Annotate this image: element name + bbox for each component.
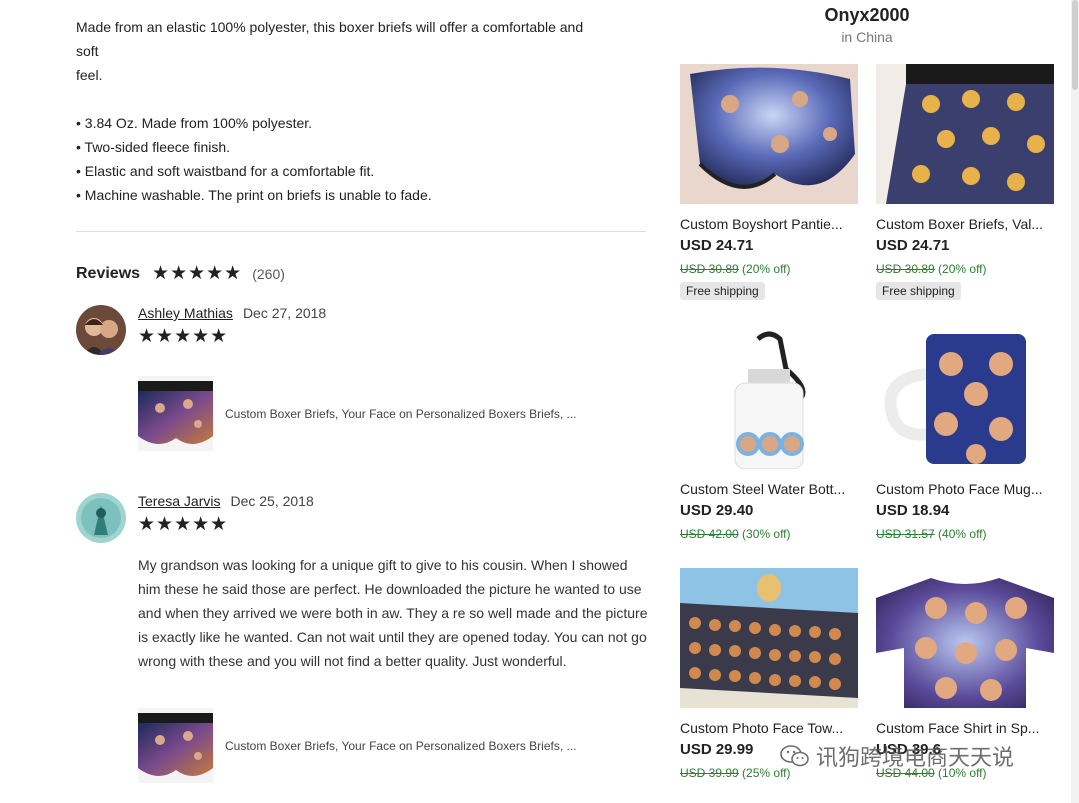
description-line: feel. (76, 67, 103, 83)
product-thumbnail[interactable] (138, 708, 213, 783)
description-line: • Machine washable. The print on briefs … (76, 187, 432, 203)
review-date: Dec 25, 2018 (230, 493, 314, 509)
review-item: Ashley Mathias Dec 27, 2018 ★★★★★ Custom… (76, 305, 646, 455)
description-line: • Two-sided fleece finish. (76, 139, 231, 155)
product-image[interactable] (876, 568, 1054, 708)
product-image[interactable] (680, 568, 858, 708)
reviewer-name-link[interactable]: Teresa Jarvis (138, 493, 220, 509)
reviews-title: Reviews (76, 264, 141, 282)
product-title[interactable]: Custom Steel Water Bott... (680, 481, 858, 497)
watermark: 讯狗跨境电商天天说 (780, 740, 1014, 772)
review-meta: Teresa Jarvis Dec 25, 2018 (138, 493, 314, 509)
discount-label: (20% off) (938, 262, 987, 276)
product-price: USD 18.94 (876, 502, 950, 519)
reviews-header: Reviews ★★★★★ (260) (76, 262, 285, 285)
description-line (76, 87, 636, 111)
description-line: • 3.84 Oz. Made from 100% polyester. (76, 115, 313, 131)
product-title[interactable]: Custom Photo Face Mug... (876, 481, 1054, 497)
product-card[interactable]: Custom Photo Face Mug... USD 18.94 USD 3… (876, 329, 1054, 541)
product-original-price: USD 42.00 (30% off) (680, 527, 858, 541)
shop-name-link[interactable]: Onyx2000 (680, 5, 1054, 26)
discount-label: (30% off) (742, 527, 791, 541)
reviewer-name-link[interactable]: Ashley Mathias (138, 305, 233, 321)
product-image[interactable] (680, 329, 858, 469)
original-price: USD 42.00 (680, 527, 739, 541)
section-divider (76, 231, 646, 232)
product-card[interactable]: Custom Boyshort Pantie... USD 24.71 USD … (680, 64, 858, 300)
product-description: Made from an elastic 100% polyester, thi… (76, 15, 636, 207)
watermark-text: 讯狗跨境电商天天说 (816, 746, 1015, 771)
review-stars: ★★★★★ (138, 326, 229, 347)
product-image[interactable] (876, 329, 1054, 469)
description-line: soft (76, 43, 99, 59)
wechat-icon (780, 745, 809, 767)
reviews-count: (260) (252, 265, 285, 282)
original-price: USD 39.99 (680, 766, 739, 780)
description-line: • Elastic and soft waistband for a comfo… (76, 163, 375, 179)
avatar[interactable] (76, 305, 126, 355)
original-price: USD 31.57 (876, 527, 935, 541)
product-price: USD 24.71 (680, 237, 754, 254)
discount-label: (20% off) (742, 262, 791, 276)
product-original-price: USD 30.89 (20% off) (876, 262, 1054, 276)
product-card[interactable]: Custom Boxer Briefs, Val... USD 24.71 US… (876, 64, 1054, 300)
product-title[interactable]: Custom Photo Face Tow... (680, 720, 858, 736)
review-stars: ★★★★★ (138, 514, 229, 535)
discount-label: (40% off) (938, 527, 987, 541)
scrollbar-thumb[interactable] (1072, 0, 1078, 90)
product-price: USD 24.71 (876, 237, 950, 254)
product-image[interactable] (680, 64, 858, 204)
review-product-title[interactable]: Custom Boxer Briefs, Your Face on Person… (225, 407, 577, 421)
review-product-link[interactable]: Custom Boxer Briefs, Your Face on Person… (138, 708, 577, 783)
product-title[interactable]: Custom Boxer Briefs, Val... (876, 216, 1054, 232)
review-item: Teresa Jarvis Dec 25, 2018 ★★★★★ My gran… (76, 493, 648, 793)
product-price: USD 29.40 (680, 502, 754, 519)
rating-stars: ★★★★★ (152, 263, 243, 284)
product-original-price: USD 30.89 (20% off) (680, 262, 858, 276)
product-thumbnail[interactable] (138, 376, 213, 451)
review-product-link[interactable]: Custom Boxer Briefs, Your Face on Person… (138, 376, 577, 451)
product-image[interactable] (876, 64, 1054, 204)
free-shipping-badge: Free shipping (680, 282, 765, 300)
original-price: USD 30.89 (876, 262, 935, 276)
review-meta: Ashley Mathias Dec 27, 2018 (138, 305, 326, 321)
description-line: Made from an elastic 100% polyester, thi… (76, 19, 584, 35)
product-card[interactable]: Custom Steel Water Bott... USD 29.40 USD… (680, 329, 858, 541)
shop-location: in China (841, 29, 893, 45)
free-shipping-badge: Free shipping (876, 282, 961, 300)
review-product-title[interactable]: Custom Boxer Briefs, Your Face on Person… (225, 739, 577, 753)
page-scrollbar[interactable] (1071, 0, 1079, 803)
original-price: USD 30.89 (680, 262, 739, 276)
product-title[interactable]: Custom Boyshort Pantie... (680, 216, 858, 232)
review-text: My grandson was looking for a unique gif… (138, 557, 648, 669)
product-original-price: USD 31.57 (40% off) (876, 527, 1054, 541)
review-date: Dec 27, 2018 (242, 305, 327, 321)
product-title[interactable]: Custom Face Shirt in Sp... (876, 720, 1054, 736)
avatar[interactable] (76, 493, 126, 543)
